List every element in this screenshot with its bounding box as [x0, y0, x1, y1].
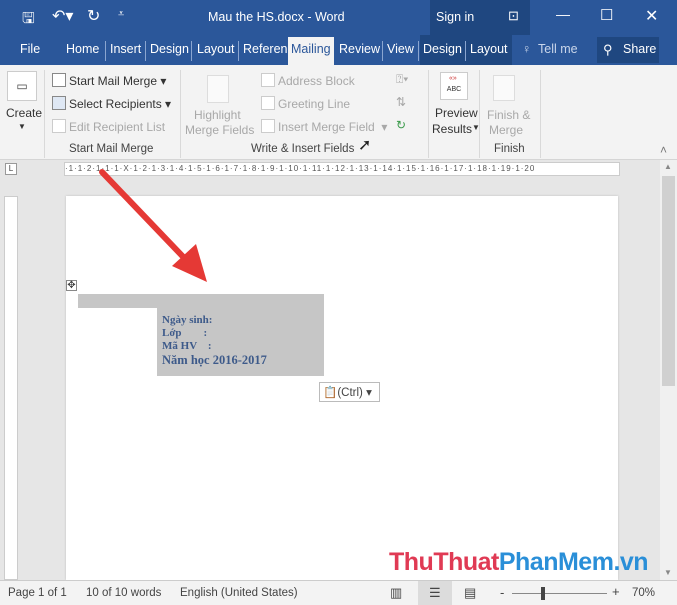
language[interactable]: English (United States): [180, 587, 298, 599]
read-mode-icon[interactable]: ▥: [390, 585, 402, 601]
print-layout-icon[interactable]: ☰: [429, 585, 441, 601]
zoom-level[interactable]: 70%: [632, 587, 655, 599]
scroll-up-icon[interactable]: ▲: [664, 162, 672, 171]
zoom-out-button[interactable]: -: [500, 585, 504, 600]
status-bar: Page 1 of 1 10 of 10 words English (Unit…: [0, 580, 677, 605]
red-arrow-annotation: [99, 169, 207, 282]
zoom-in-button[interactable]: +: [612, 584, 620, 599]
scroll-thumb[interactable]: [662, 176, 675, 386]
page-count[interactable]: Page 1 of 1: [8, 587, 67, 599]
web-layout-icon[interactable]: ▤: [464, 585, 476, 601]
zoom-slider-thumb[interactable]: [541, 587, 545, 600]
vertical-scrollbar[interactable]: ▲ ▼: [660, 160, 677, 580]
word-count[interactable]: 10 of 10 words: [86, 587, 161, 599]
scroll-down-icon[interactable]: ▼: [664, 568, 672, 577]
zoom-slider[interactable]: [512, 593, 607, 594]
